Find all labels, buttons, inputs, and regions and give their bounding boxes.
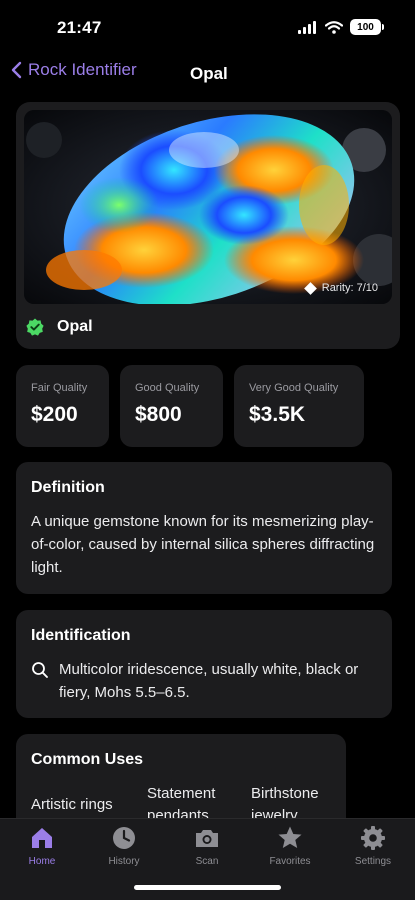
- price-card-good: Good Quality $800: [120, 365, 223, 447]
- clock-icon: [113, 827, 135, 849]
- price-label: Good Quality: [135, 382, 200, 394]
- cellular-signal-icon: [298, 20, 316, 34]
- opal-photo: [24, 110, 392, 304]
- hero-card: Rarity: 7/10 Opal: [16, 102, 400, 349]
- common-uses-title: Common Uses: [31, 751, 144, 768]
- rarity-badge: Rarity: 7/10: [303, 281, 378, 295]
- hero-name-row: Opal: [26, 318, 93, 336]
- tab-label: Settings: [354, 856, 392, 867]
- identification-title: Identification: [31, 627, 131, 644]
- rarity-text: Rarity: 7/10: [321, 282, 378, 294]
- diamond-icon: [303, 281, 317, 295]
- back-label: Rock Identifier: [28, 60, 137, 79]
- hero-name: Opal: [57, 318, 93, 335]
- price-label: Very Good Quality: [249, 382, 339, 394]
- definition-text: A unique gemstone known for its mesmeriz…: [31, 513, 375, 576]
- home-indicator: [134, 885, 281, 890]
- screen: 21:47 100 Rock Identifier Opal Rarity: 7…: [0, 0, 415, 900]
- tab-label: History: [108, 856, 140, 867]
- chevron-left-icon: [11, 61, 22, 79]
- tab-label: Scan: [195, 856, 219, 867]
- camera-icon: [196, 830, 218, 847]
- price-value: $3.5K: [249, 403, 306, 426]
- wifi-icon: [325, 20, 343, 34]
- back-button[interactable]: Rock Identifier: [10, 60, 137, 80]
- star-icon: [278, 826, 302, 848]
- tab-label: Home: [28, 856, 56, 867]
- price-card-very-good: Very Good Quality $3.5K: [234, 365, 364, 447]
- search-icon: [32, 662, 48, 678]
- tab-favorites[interactable]: Favorites: [255, 825, 325, 867]
- battery-indicator: 100: [350, 19, 384, 35]
- nav-bar: Rock Identifier Opal: [0, 58, 415, 90]
- price-card-fair: Fair Quality $200: [16, 365, 109, 447]
- tab-settings[interactable]: Settings: [338, 825, 408, 867]
- tab-scan[interactable]: Scan: [172, 825, 242, 867]
- verified-check-icon: [26, 318, 44, 336]
- gear-icon: [361, 826, 385, 850]
- definition-title: Definition: [31, 479, 105, 496]
- tab-home[interactable]: Home: [7, 825, 77, 867]
- house-icon: [32, 828, 52, 848]
- tab-label: Favorites: [269, 856, 311, 867]
- identification-text: Multicolor iridescence, usually white, b…: [59, 661, 359, 701]
- identification-card: Identification Multicolor iridescence, u…: [16, 610, 392, 718]
- battery-level: 100: [357, 21, 374, 33]
- definition-card: Definition A unique gemstone known for i…: [16, 462, 392, 594]
- price-value: $800: [135, 403, 182, 426]
- nav-title: Opal: [190, 64, 228, 83]
- price-value: $200: [31, 403, 78, 426]
- status-time: 21:47: [57, 18, 102, 37]
- identification-row: Multicolor iridescence, usually white, b…: [31, 658, 377, 704]
- opal-image[interactable]: Rarity: 7/10: [24, 110, 392, 304]
- tab-history[interactable]: History: [89, 825, 159, 867]
- price-label: Fair Quality: [31, 382, 88, 394]
- status-icons: 100: [298, 19, 384, 35]
- status-bar: 21:47 100: [0, 0, 415, 54]
